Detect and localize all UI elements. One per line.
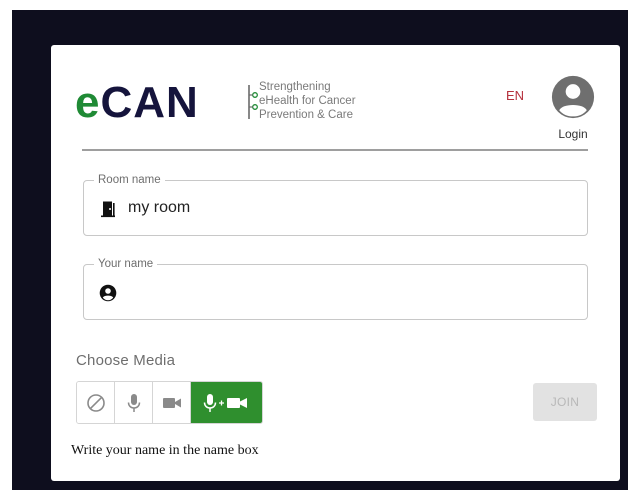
media-audio-video-button[interactable] [191,382,262,423]
helper-text: Write your name in the name box [71,443,259,458]
login-label: Login [558,127,588,141]
door-icon [101,201,115,218]
language-selector[interactable]: EN [506,88,524,103]
your-name-field[interactable]: Your name [83,257,588,320]
room-name-label: Room name [94,173,165,187]
account-circle-icon [551,75,595,119]
media-none-button[interactable] [77,382,115,423]
logo-tagline: Strengthening eHealth for Cancer Prevent… [259,81,356,121]
join-button[interactable]: JOIN [533,383,597,421]
person-icon [99,284,117,302]
join-room-card: eCAN Strengthening eHealth for Cancer Pr… [51,45,620,481]
logo-wordmark: eCAN [75,78,199,127]
microphone-icon [127,393,140,412]
header-divider [82,149,588,151]
room-name-field[interactable]: Room name [83,173,588,236]
choose-media-label: Choose Media [76,352,176,369]
media-toggle-group [76,381,263,424]
room-name-input[interactable] [128,194,568,222]
block-icon [86,393,105,412]
video-camera-icon [162,397,181,408]
your-name-label: Your name [94,257,158,271]
microphone-plus-camera-icon [203,393,247,412]
login-button[interactable]: Login [548,75,598,141]
media-video-button[interactable] [153,382,191,423]
dialog-backdrop: eCAN Strengthening eHealth for Cancer Pr… [12,10,628,490]
logo-network-icon [248,85,258,119]
your-name-input[interactable] [128,278,568,306]
media-audio-button[interactable] [115,382,153,423]
